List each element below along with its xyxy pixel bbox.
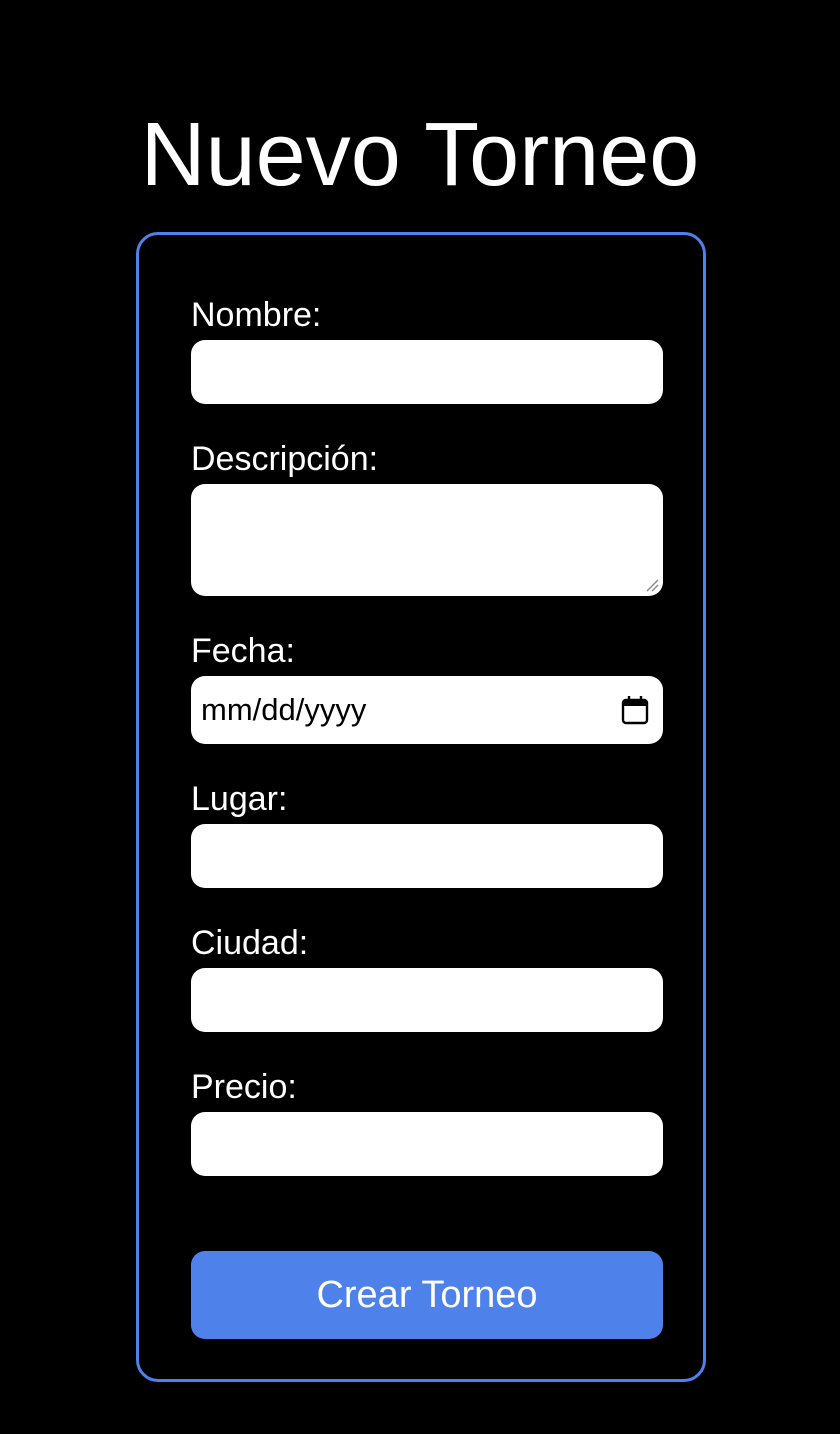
- nombre-input[interactable]: [191, 340, 663, 404]
- lugar-input[interactable]: [191, 824, 663, 888]
- precio-input[interactable]: [191, 1112, 663, 1176]
- page: Nuevo Torneo Nombre: Descripción: Fecha:…: [0, 0, 840, 1434]
- descripcion-textarea[interactable]: [191, 484, 663, 596]
- descripcion-wrapper: [191, 484, 663, 596]
- ciudad-label: Ciudad:: [191, 924, 309, 962]
- page-title: Nuevo Torneo: [140, 105, 700, 205]
- nombre-label: Nombre:: [191, 296, 322, 334]
- calendar-icon[interactable]: [621, 695, 649, 725]
- precio-label: Precio:: [191, 1068, 297, 1106]
- lugar-label: Lugar:: [191, 780, 288, 818]
- resize-grip-icon[interactable]: [645, 578, 659, 592]
- tournament-form: Nombre: Descripción: Fecha: mm/dd/yyyy L…: [136, 232, 706, 1382]
- fecha-input[interactable]: mm/dd/yyyy: [191, 676, 663, 744]
- crear-torneo-button[interactable]: Crear Torneo: [191, 1251, 663, 1339]
- ciudad-input[interactable]: [191, 968, 663, 1032]
- descripcion-label: Descripción:: [191, 440, 379, 478]
- fecha-label: Fecha:: [191, 632, 295, 670]
- fecha-placeholder: mm/dd/yyyy: [201, 692, 367, 727]
